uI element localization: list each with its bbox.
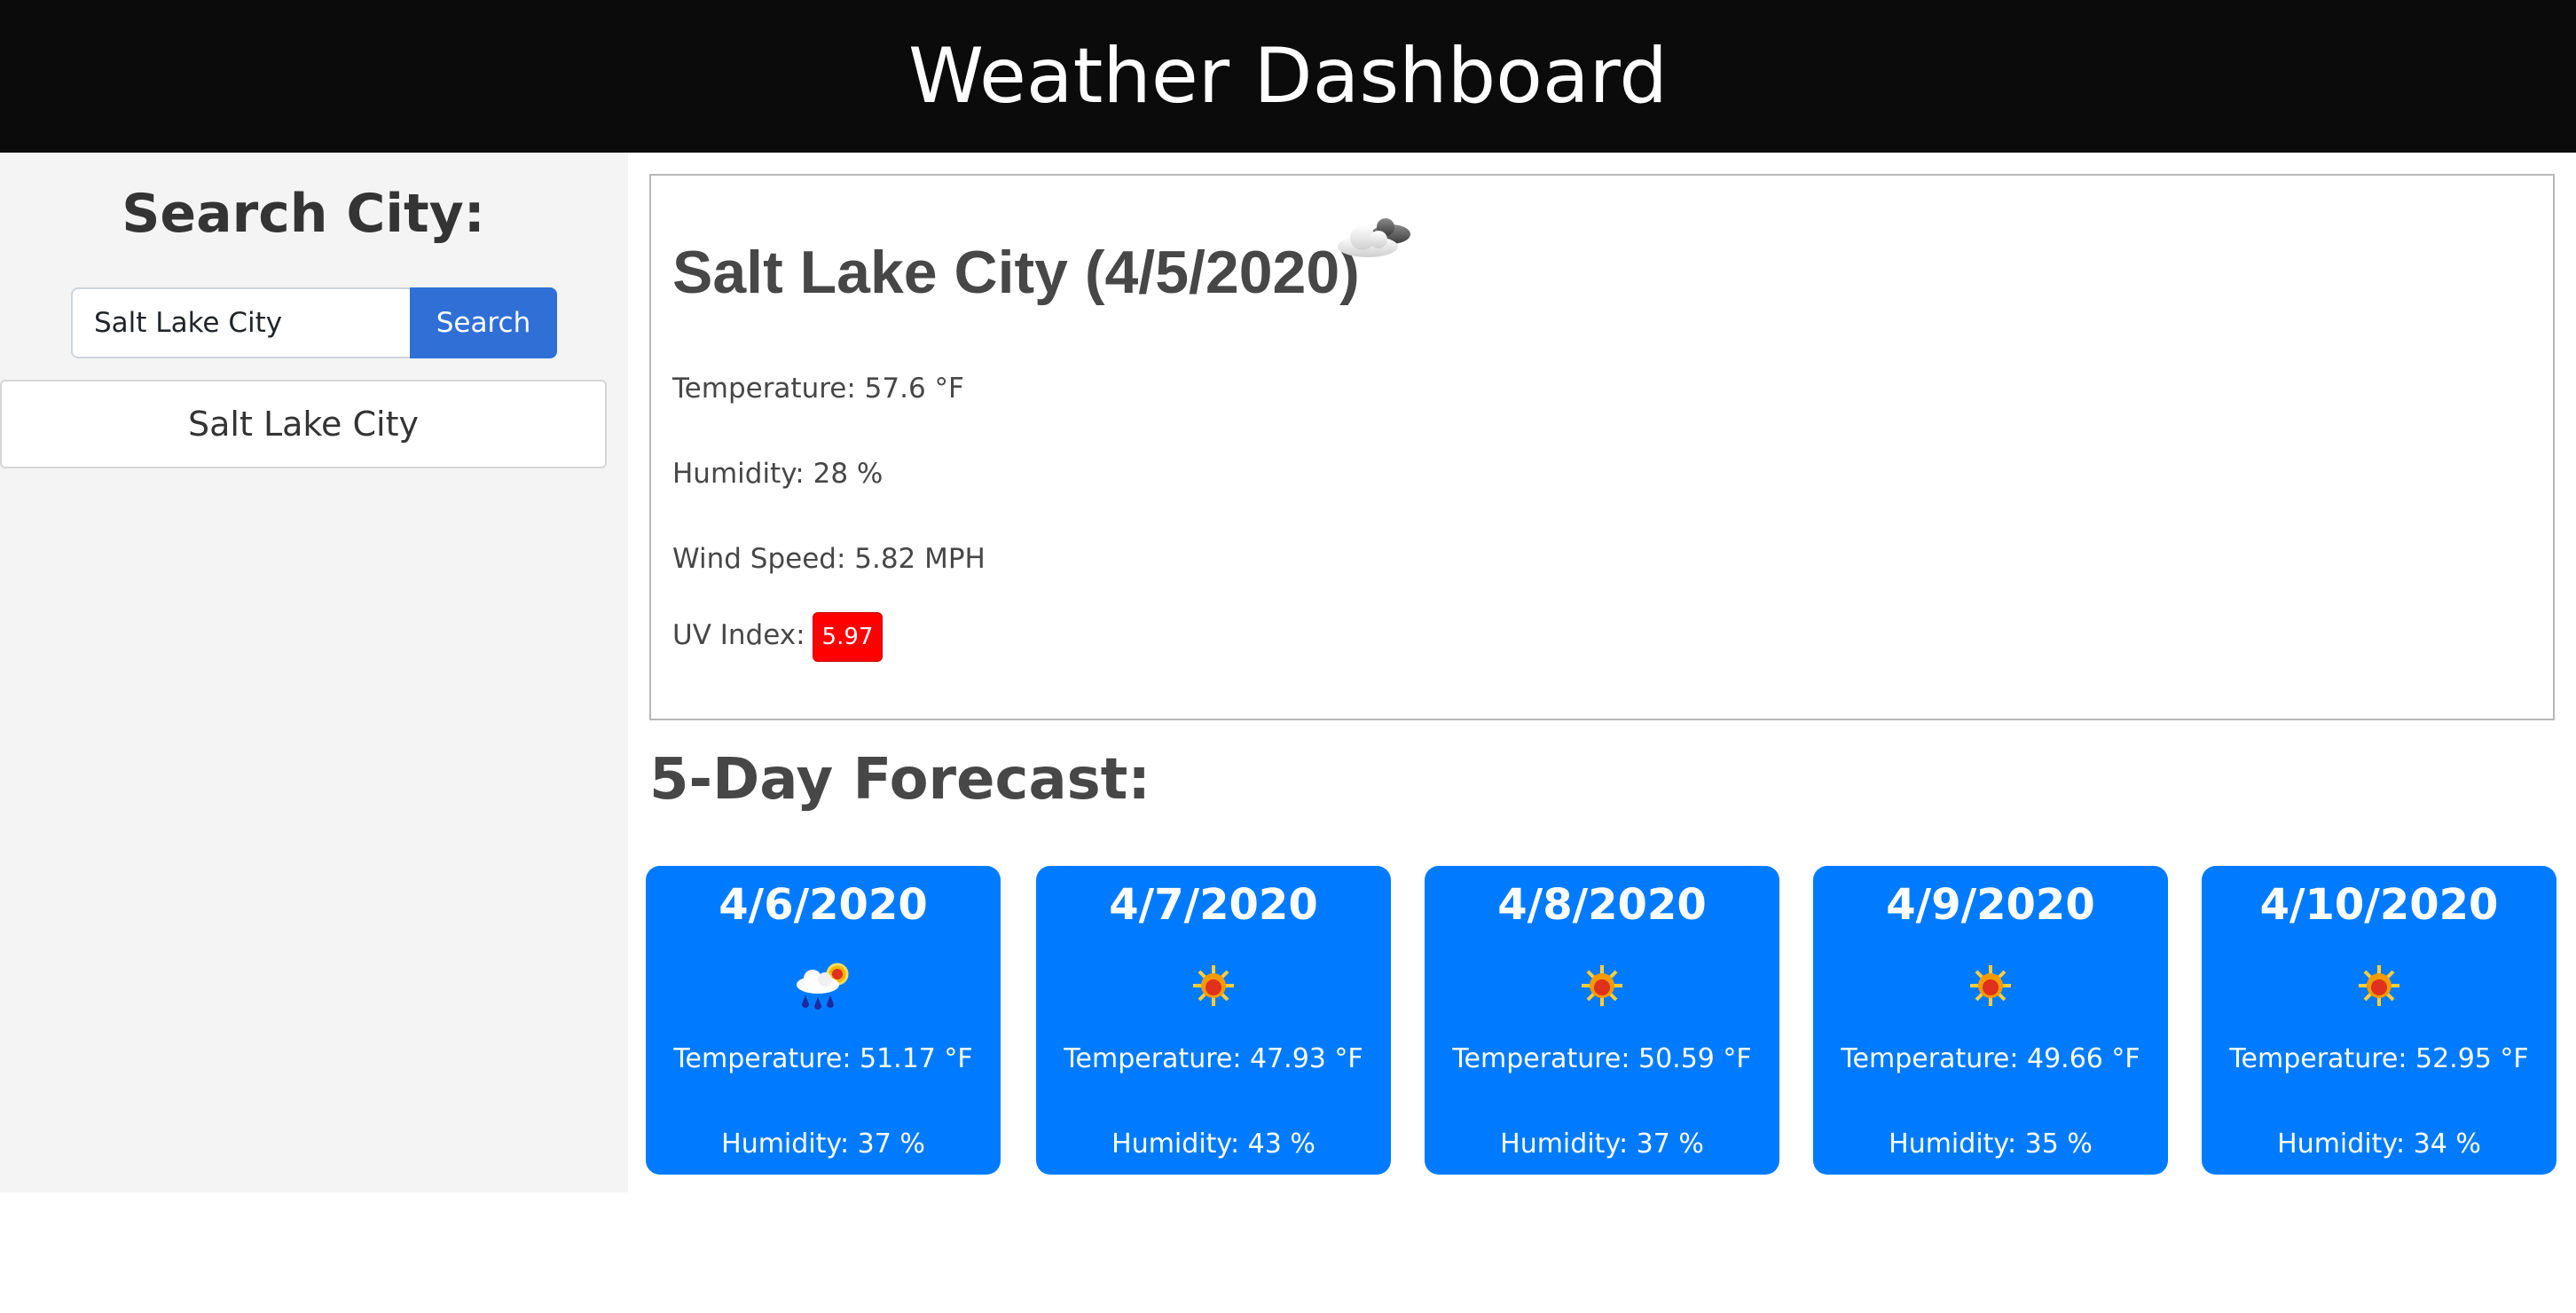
forecast-card: 4/10/2020 Temperature: 52.95 °F Humidity…: [2202, 866, 2556, 1175]
forecast-date: 4/10/2020: [2259, 880, 2499, 930]
uv-index-badge: 5.97: [812, 611, 884, 662]
page-title: Weather Dashboard: [907, 32, 1668, 121]
forecast-humidity: Humidity: 37 %: [1500, 1128, 1704, 1160]
uv-label: UV Index:: [672, 619, 805, 651]
forecast-date: 4/9/2020: [1886, 880, 2095, 930]
current-weather-panel: Salt Lake City (4/5/2020) Temperature: 5…: [649, 174, 2555, 720]
sun-icon: [1193, 965, 1234, 1006]
forecast-humidity: Humidity: 34 %: [2277, 1128, 2481, 1160]
city-search-input[interactable]: [71, 287, 412, 358]
forecast-temperature: Temperature: 47.93 °F: [1064, 1043, 1363, 1074]
forecast-date: 4/8/2020: [1497, 880, 1707, 930]
rain-sun-icon: [797, 963, 849, 1010]
forecast-card: 4/6/2020 Temperature: 51.17 °F Humidity:…: [646, 866, 1001, 1175]
forecast-humidity: Humidity: 37 %: [721, 1128, 925, 1160]
forecast-humidity: Humidity: 35 %: [1889, 1128, 2093, 1160]
sun-icon: [2359, 965, 2399, 1006]
search-heading: Search City:: [122, 183, 485, 245]
current-temperature: Temperature: 57.6 °F: [672, 373, 964, 405]
forecast-temperature: Temperature: 50.59 °F: [1452, 1043, 1752, 1074]
current-humidity: Humidity: 28 %: [672, 458, 884, 490]
sun-icon: [1970, 965, 2011, 1006]
current-city-title: Salt Lake City (4/5/2020): [672, 239, 1360, 306]
forecast-title: 5-Day Forecast:: [649, 747, 1151, 813]
forecast-card: 4/7/2020 Temperature: 47.93 °F Humidity:…: [1036, 866, 1391, 1175]
forecast-date: 4/7/2020: [1109, 880, 1318, 930]
sun-icon: [1582, 965, 1622, 1006]
forecast-card: 4/8/2020 Temperature: 50.59 °F Humidity:…: [1425, 866, 1779, 1175]
forecast-temperature: Temperature: 49.66 °F: [1841, 1043, 2140, 1074]
history-item-salt-lake-city[interactable]: Salt Lake City: [0, 380, 607, 468]
sidebar: Search City: Search Salt Lake City: [0, 153, 628, 1192]
forecast-card: 4/9/2020 Temperature: 49.66 °F Humidity:…: [1813, 866, 2168, 1175]
forecast-temperature: Temperature: 52.95 °F: [2229, 1043, 2529, 1074]
forecast-date: 4/6/2020: [719, 880, 928, 930]
forecast-temperature: Temperature: 51.17 °F: [673, 1043, 973, 1074]
current-wind-speed: Wind Speed: 5.82 MPH: [672, 543, 986, 575]
page-header: Weather Dashboard: [0, 0, 2576, 153]
cloud-icon: [1338, 218, 1410, 257]
forecast-humidity: Humidity: 43 %: [1111, 1128, 1315, 1160]
search-button[interactable]: Search: [410, 287, 557, 358]
current-uv-row: UV Index: 5.97: [672, 610, 884, 662]
